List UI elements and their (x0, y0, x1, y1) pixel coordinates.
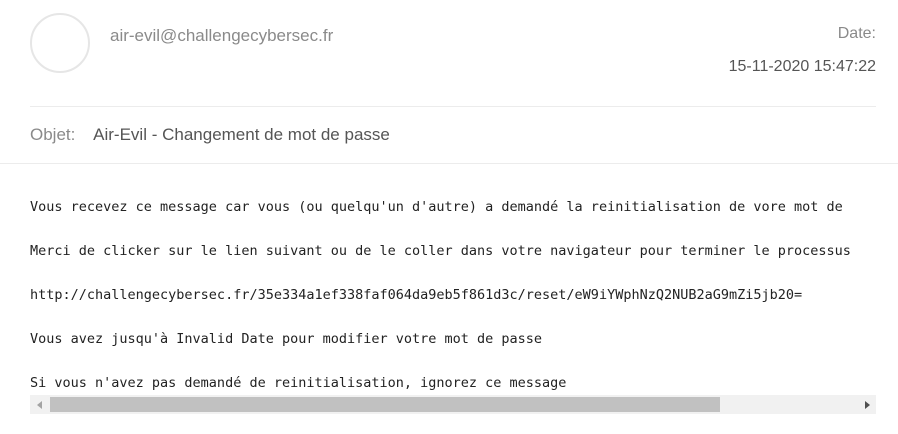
subject-divider (0, 163, 898, 164)
sender-address: air-evil@challengecybersec.fr (110, 26, 334, 45)
triangle-right-icon (864, 400, 870, 409)
body-line: Merci de clicker sur le lien suivant ou … (30, 243, 851, 259)
horizontal-scrollbar[interactable] (30, 395, 876, 414)
date-label: Date: (837, 25, 876, 42)
subject-label: Objet: (30, 125, 76, 144)
subject-text: Air-Evil - Changement de mot de passe (93, 125, 390, 144)
reset-link: http://challengecybersec.fr/35e334a1ef33… (30, 287, 803, 303)
triangle-left-icon (36, 400, 42, 409)
scroll-left-button[interactable] (30, 395, 48, 414)
scroll-right-button[interactable] (858, 395, 876, 414)
message-body[interactable]: Vous recevez ce message car vous (ou que… (30, 180, 876, 394)
header-divider (30, 106, 876, 107)
body-line: Si vous n'avez pas demandé de reinitiali… (30, 375, 567, 391)
body-line: Vous avez jusqu'à Invalid Date pour modi… (30, 331, 543, 347)
subject-row: Objet: Air-Evil - Changement de mot de p… (30, 125, 390, 145)
body-line: Vous recevez ce message car vous (ou que… (30, 199, 843, 215)
date-value: 15-11-2020 15:47:22 (728, 58, 876, 75)
avatar (30, 13, 90, 73)
scrollbar-thumb[interactable] (50, 397, 720, 412)
